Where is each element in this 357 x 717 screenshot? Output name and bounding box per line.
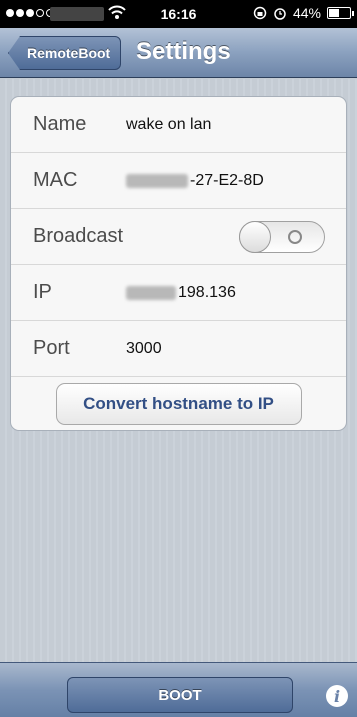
navigation-bar: RemoteBoot Settings [0, 28, 357, 78]
mac-row[interactable]: MAC -27-E2-8D [11, 153, 346, 209]
mac-label: MAC [33, 169, 78, 191]
name-field[interactable]: wake on lan [126, 116, 211, 134]
name-row[interactable]: Name wake on lan [11, 97, 346, 153]
broadcast-toggle[interactable] [239, 221, 325, 253]
boot-button[interactable]: BOOT [67, 677, 293, 713]
back-button[interactable]: RemoteBoot [8, 36, 122, 70]
ip-field[interactable]: 198.136 [126, 284, 236, 302]
bottom-toolbar: BOOT i [0, 662, 357, 717]
broadcast-label: Broadcast [33, 225, 124, 247]
port-field[interactable]: 3000 [126, 340, 162, 358]
status-bar: 16:16 44% [0, 0, 357, 28]
redacted-ip-prefix [126, 285, 176, 300]
battery-percent: 44% [292, 5, 321, 21]
ip-label: IP [33, 281, 52, 303]
port-label: Port [33, 337, 70, 359]
settings-table: Name wake on lan MAC -27-E2-8D Broadcast… [10, 96, 347, 431]
ip-value: 198.136 [178, 283, 236, 301]
mac-field[interactable]: -27-E2-8D [126, 172, 264, 190]
page-title: Settings [136, 38, 231, 65]
rotation-lock-icon [253, 6, 267, 20]
convert-row: Convert hostname to IP [11, 377, 346, 430]
ip-row[interactable]: IP 198.136 [11, 265, 346, 321]
toggle-off-indicator-icon [288, 230, 302, 244]
redacted-mac-prefix [126, 173, 188, 188]
convert-hostname-button[interactable]: Convert hostname to IP [55, 382, 302, 425]
toggle-knob [239, 221, 271, 253]
name-label: Name [33, 113, 87, 135]
alarm-icon [274, 8, 286, 20]
battery-icon [327, 7, 354, 19]
mac-value: -27-E2-8D [190, 171, 264, 189]
broadcast-row: Broadcast [11, 209, 346, 265]
port-row[interactable]: Port 3000 [11, 321, 346, 377]
info-icon[interactable]: i [326, 685, 348, 707]
settings-content: Name wake on lan MAC -27-E2-8D Broadcast… [0, 79, 357, 662]
